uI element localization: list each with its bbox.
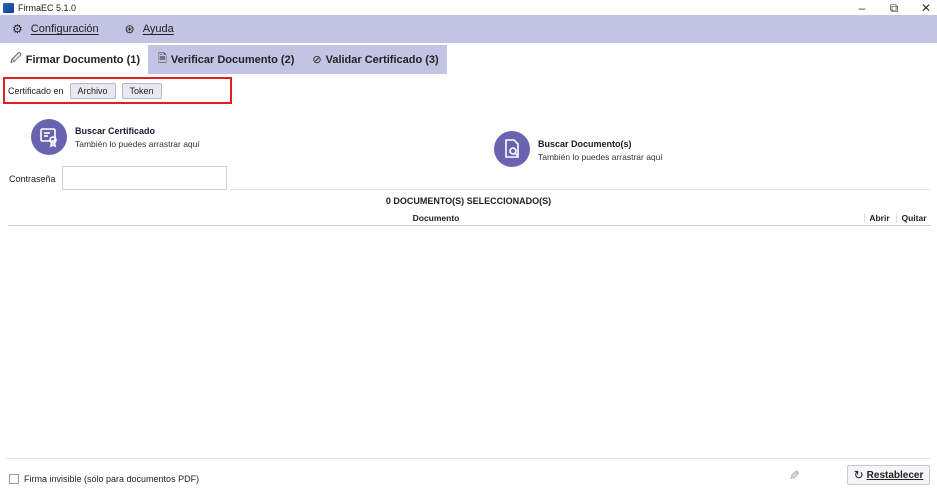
buscar-documento-subtitle: También lo puedes arrastrar aquí xyxy=(538,152,663,162)
close-button[interactable]: ✕ xyxy=(919,1,933,15)
archivo-button[interactable]: Archivo xyxy=(69,82,116,99)
restablecer-label: Restablecer xyxy=(866,469,924,481)
token-button[interactable]: Token xyxy=(121,82,162,99)
column-quitar[interactable]: Quitar xyxy=(896,213,931,223)
tab-verificar-documento[interactable]: 🗎 Verificar Documento (2) xyxy=(148,45,303,74)
menu-configuracion[interactable]: ⚙ Configuración xyxy=(12,22,99,36)
menu-ayuda-label: Ayuda xyxy=(142,23,174,35)
divider xyxy=(230,189,930,190)
password-label: Contraseña xyxy=(9,174,56,184)
certificate-source-label: Certificado en xyxy=(8,85,64,96)
certificate-icon[interactable] xyxy=(31,119,67,155)
main-tabs: 🖉 Firmar Documento (1) 🗎 Verificar Docum… xyxy=(0,45,447,74)
verify-document-icon: 🗎 xyxy=(158,53,167,65)
column-abrir[interactable]: Abrir xyxy=(864,213,894,223)
gear-icon: ⚙ xyxy=(12,22,23,36)
pencil-icon[interactable]: ✎ xyxy=(789,468,800,484)
divider xyxy=(6,458,931,459)
buscar-certificado-subtitle: También lo puedes arrastrar aquí xyxy=(75,139,200,149)
certificate-source-highlight: Certificado en Archivo Token xyxy=(3,77,232,104)
documents-table-body[interactable] xyxy=(8,227,931,457)
sign-document-icon: 🖉 xyxy=(10,53,22,65)
documents-table-header: Documento Abrir Quitar xyxy=(8,210,931,226)
window-title: FirmaEC 5.1.0 xyxy=(18,2,77,13)
tab-firmar-documento[interactable]: 🖉 Firmar Documento (1) xyxy=(0,45,149,74)
invisible-signature-checkbox[interactable] xyxy=(9,474,19,484)
tab-firmar-documento-label: Firmar Documento (1) xyxy=(25,53,141,66)
restore-button[interactable]: ⧉ xyxy=(887,1,901,15)
validate-certificate-icon: ⊘ xyxy=(312,54,322,66)
tab-validar-certificado-label: Validar Certificado (3) xyxy=(325,53,439,66)
column-documento[interactable]: Documento xyxy=(8,213,864,223)
buscar-certificado-title[interactable]: Buscar Certificado xyxy=(75,126,155,136)
title-bar: FirmaEC 5.1.0 – ⧉ ✕ xyxy=(0,0,937,15)
refresh-icon: ↻ xyxy=(853,468,864,482)
documents-count: 0 DOCUMENTO(S) SELECCIONADO(S) xyxy=(385,196,552,206)
tab-verificar-documento-label: Verificar Documento (2) xyxy=(170,53,295,66)
restablecer-button[interactable]: ↻ Restablecer xyxy=(847,465,930,485)
minimize-button[interactable]: – xyxy=(855,1,869,15)
app-logo-icon xyxy=(3,2,14,13)
menu-ayuda[interactable]: ⊛ Ayuda xyxy=(125,22,174,36)
document-search-icon[interactable] xyxy=(494,131,530,167)
invisible-signature-label[interactable]: Firma invisible (sólo para documentos PD… xyxy=(24,474,199,484)
help-icon: ⊛ xyxy=(124,22,135,36)
tab-validar-certificado[interactable]: ⊘ Validar Certificado (3) xyxy=(302,45,447,74)
menu-bar: ⚙ Configuración ⊛ Ayuda xyxy=(0,15,937,43)
password-field[interactable] xyxy=(62,166,227,190)
menu-configuracion-label: Configuración xyxy=(30,23,99,35)
buscar-documento-title[interactable]: Buscar Documento(s) xyxy=(538,139,632,149)
window-controls: – ⧉ ✕ xyxy=(855,0,933,15)
